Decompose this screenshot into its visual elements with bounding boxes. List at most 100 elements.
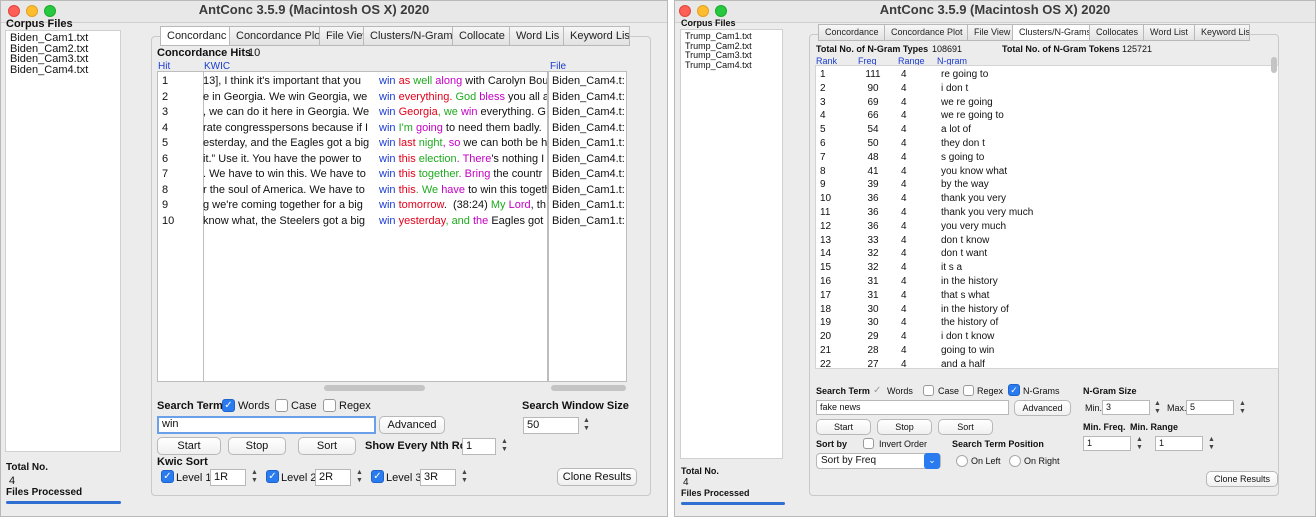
rank-cell: 20 [820, 331, 832, 343]
table-row[interactable]: 18 30 4 in the history of [815, 304, 1265, 318]
table-row[interactable]: 10 36 4 thank you very [815, 193, 1265, 207]
table-row[interactable]: 10 know what, the Steelers got a big win… [157, 215, 627, 231]
tab-concordance-plot[interactable]: Concordance Plot [884, 24, 967, 41]
tab-file-view[interactable]: File View [319, 26, 363, 46]
min-range-input[interactable]: 1 [1155, 436, 1203, 451]
table-row[interactable]: 1 111 4 re going to [815, 69, 1265, 83]
table-row[interactable]: 19 30 4 the history of [815, 317, 1265, 331]
level2-stepper[interactable]: ▲ ▼ [355, 469, 364, 485]
words-checkbox[interactable]: ✓ [873, 385, 881, 396]
level3-input[interactable]: 3R [420, 469, 456, 486]
table-row[interactable]: 7 48 4 s going to [815, 152, 1265, 166]
table-row[interactable]: 8 r the soul of America. We have to win … [157, 184, 627, 200]
tab-keyword-list[interactable]: Keyword List [1194, 24, 1250, 41]
table-row[interactable]: 15 32 4 it s a [815, 262, 1265, 276]
table-row[interactable]: 17 31 4 that s what [815, 290, 1265, 304]
level3-stepper[interactable]: ▲ ▼ [460, 469, 469, 485]
tab-word-list[interactable]: Word List [1143, 24, 1194, 41]
regex-checkbox[interactable] [963, 385, 974, 396]
table-row[interactable]: 4 rate congresspersons because if I win … [157, 122, 627, 138]
corpus-file-list[interactable]: Biden_Cam1.txt Biden_Cam2.txt Biden_Cam3… [5, 30, 121, 452]
ngrams-checkbox[interactable]: ✓ [1008, 384, 1020, 396]
tab-collocates[interactable]: Collocates [1089, 24, 1143, 41]
tab-collocates[interactable]: Collocate [452, 26, 509, 46]
level2-input[interactable]: 2R [315, 469, 351, 486]
search-input[interactable]: win [157, 416, 376, 434]
search-window-stepper[interactable]: ▲ ▼ [582, 417, 591, 433]
start-button[interactable]: Start [157, 437, 221, 455]
table-row[interactable]: 5 54 4 a lot of [815, 124, 1265, 138]
on-left-radio[interactable] [956, 455, 968, 467]
ngram-min-stepper[interactable]: ▲ ▼ [1153, 400, 1162, 416]
tab-concordance[interactable]: Concordanc [160, 26, 229, 46]
tab-file-view[interactable]: File View [967, 24, 1012, 41]
stop-button[interactable]: Stop [228, 437, 286, 455]
table-row[interactable]: 3 , we can do it here in Georgia. We win… [157, 106, 627, 122]
regex-checkbox[interactable] [323, 399, 336, 412]
stop-button[interactable]: Stop [877, 419, 932, 435]
level1-input[interactable]: 1R [210, 469, 246, 486]
table-row[interactable]: 22 27 4 and a half [815, 359, 1265, 369]
list-item[interactable]: Biden_Cam3.txt [6, 54, 120, 65]
min-freq-stepper[interactable]: ▲ ▼ [1135, 436, 1144, 452]
nth-row-input[interactable]: 1 [462, 438, 496, 455]
table-row[interactable]: 21 28 4 going to win [815, 345, 1265, 359]
kwic-scrollbar[interactable] [324, 385, 425, 391]
table-row[interactable]: 6 it.” Use it. You have the power to win… [157, 153, 627, 169]
table-row[interactable]: 6 50 4 they don t [815, 138, 1265, 152]
table-row[interactable]: 9 g we're coming together for a big win … [157, 199, 627, 215]
table-row[interactable]: 16 31 4 in the history [815, 276, 1265, 290]
clone-results-button[interactable]: Clone Results [557, 468, 637, 486]
min-freq-input[interactable]: 1 [1083, 436, 1131, 451]
ngram-min-input[interactable]: 3 [1102, 400, 1150, 415]
table-row[interactable]: 13 33 4 don t know [815, 235, 1265, 249]
table-row[interactable]: 12 36 4 you very much [815, 221, 1265, 235]
table-row[interactable]: 14 32 4 don t want [815, 248, 1265, 262]
table-row[interactable]: 9 39 4 by the way [815, 179, 1265, 193]
words-checkbox[interactable]: ✓ [222, 399, 235, 412]
tab-keyword-list[interactable]: Keyword Lis [563, 26, 630, 46]
level2-checkbox[interactable]: ✓ [266, 470, 279, 483]
advanced-button[interactable]: Advanced [379, 416, 445, 434]
tab-word-list[interactable]: Word Lis [509, 26, 563, 46]
tab-clusters[interactable]: Clusters/N-Grams [1012, 24, 1089, 41]
invert-order-checkbox[interactable] [863, 438, 874, 449]
table-row[interactable]: 7 . We have to win this. We have to win … [157, 168, 627, 184]
tab-clusters[interactable]: Clusters/N-Gram [363, 26, 452, 46]
table-row[interactable]: 4 66 4 we re going to [815, 110, 1265, 124]
table-row[interactable]: 2 e in Georgia. We win Georgia, we win e… [157, 91, 627, 107]
table-row[interactable]: 2 90 4 i don t [815, 83, 1265, 97]
list-item[interactable]: Trump_Cam4.txt [681, 60, 782, 71]
tab-concordance[interactable]: Concordance [818, 24, 884, 41]
sort-button[interactable]: Sort [298, 437, 356, 455]
level3-checkbox[interactable]: ✓ [371, 470, 384, 483]
table-row[interactable]: 5 esterday, and the Eagles got a big win… [157, 137, 627, 153]
case-checkbox[interactable] [923, 385, 934, 396]
search-input[interactable]: fake news [816, 400, 1009, 415]
list-item[interactable]: Biden_Cam1.txt [6, 33, 120, 44]
min-range-stepper[interactable]: ▲ ▼ [1207, 436, 1216, 452]
nth-row-stepper[interactable]: ▲ ▼ [500, 438, 509, 454]
tab-concordance-plot[interactable]: Concordance Plo [229, 26, 319, 46]
on-right-radio[interactable] [1009, 455, 1021, 467]
clone-results-button[interactable]: Clone Results [1206, 471, 1278, 487]
level1-checkbox[interactable]: ✓ [161, 470, 174, 483]
advanced-button[interactable]: Advanced [1014, 400, 1071, 416]
level1-stepper[interactable]: ▲ ▼ [250, 469, 259, 485]
ngram-max-stepper[interactable]: ▲ ▼ [1238, 400, 1247, 416]
start-button[interactable]: Start [816, 419, 871, 435]
table-row[interactable]: 8 41 4 you know what [815, 166, 1265, 180]
sort-button[interactable]: Sort [938, 419, 993, 435]
sort-by-select[interactable]: Sort by Freq ⌄ [816, 453, 941, 469]
file-scrollbar[interactable] [551, 385, 626, 391]
ngram-max-input[interactable]: 5 [1186, 400, 1234, 415]
search-window-input[interactable]: 50 [523, 417, 579, 434]
table-row[interactable]: 11 36 4 thank you very much [815, 207, 1265, 221]
table-row[interactable]: 20 29 4 i don t know [815, 331, 1265, 345]
table-row[interactable]: 1 13], I think it's important that you w… [157, 75, 627, 91]
ngram-results-scrollbar[interactable] [1271, 57, 1277, 73]
case-checkbox[interactable] [275, 399, 288, 412]
table-row[interactable]: 3 69 4 we re going [815, 97, 1265, 111]
list-item[interactable]: Biden_Cam4.txt [6, 64, 120, 76]
corpus-file-list[interactable]: Trump_Cam1.txt Trump_Cam2.txt Trump_Cam3… [680, 29, 783, 459]
